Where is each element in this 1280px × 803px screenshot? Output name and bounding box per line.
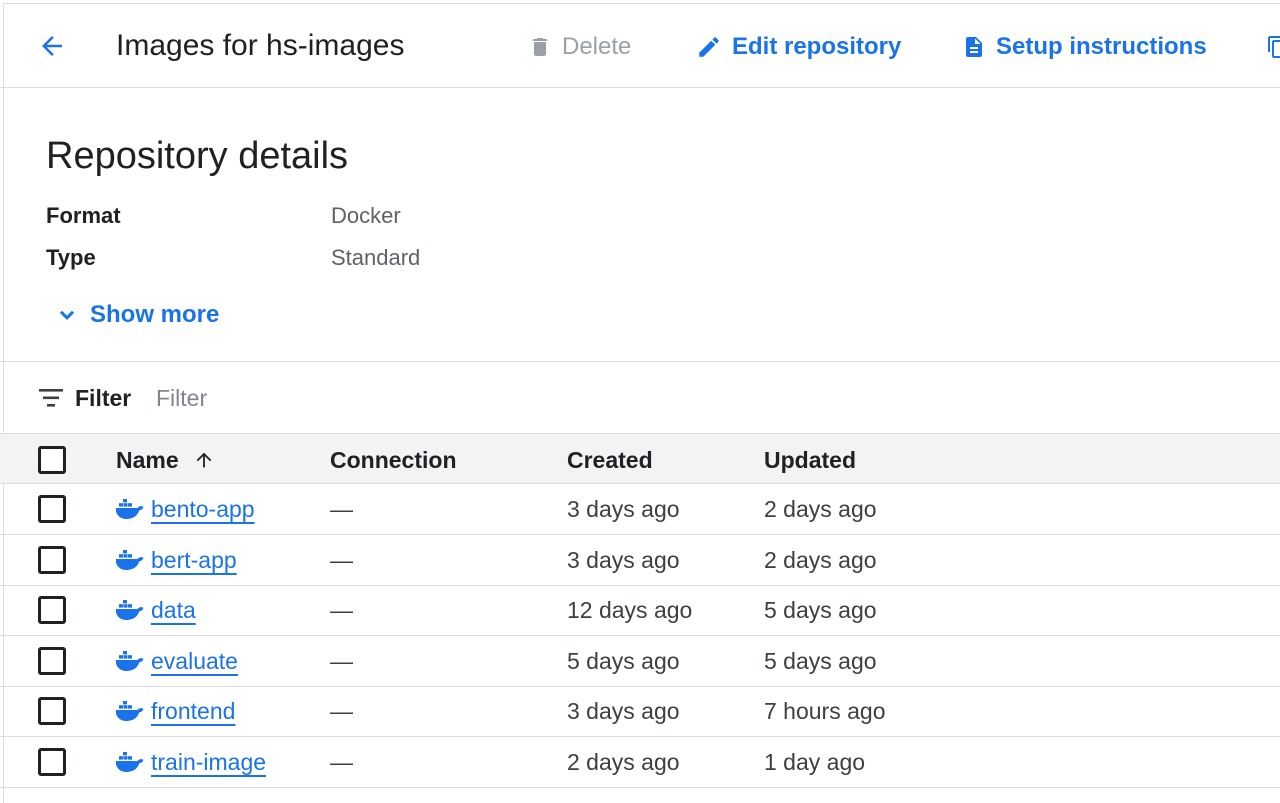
image-name-cell: bento-app [115, 495, 255, 523]
table-row: data — 12 days ago 5 days ago [0, 585, 1280, 636]
row-checkbox[interactable] [38, 697, 66, 725]
row-checkbox[interactable] [38, 546, 66, 574]
image-link[interactable]: data [151, 596, 196, 624]
table-row: train-image — 2 days ago 1 day ago [0, 737, 1280, 788]
row-checkbox[interactable] [38, 596, 66, 624]
filter-bar: Filter [0, 362, 1280, 433]
updated-cell: 2 days ago [764, 547, 877, 573]
connection-cell: — [330, 496, 353, 522]
trash-icon [533, 38, 547, 56]
setup-instructions-label: Setup instructions [996, 33, 1207, 60]
back-button[interactable] [32, 26, 72, 66]
image-link[interactable]: train-image [151, 748, 266, 776]
table-row: bert-app — 3 days ago 2 days ago [0, 535, 1280, 586]
type-label: Type [46, 245, 96, 270]
docker-icon [116, 499, 144, 519]
image-link[interactable]: frontend [151, 697, 235, 725]
updated-cell: 1 day ago [764, 749, 866, 775]
filter-label: Filter [75, 385, 132, 411]
updated-cell: 7 hours ago [764, 698, 886, 724]
pencil-icon [699, 37, 719, 57]
filter-input[interactable] [156, 380, 856, 416]
details-heading: Repository details [46, 135, 349, 177]
type-value: Standard [331, 245, 421, 270]
created-cell: 12 days ago [567, 597, 693, 623]
image-name-cell: train-image [115, 748, 266, 776]
chevron-down-icon [59, 310, 75, 320]
connection-cell: — [330, 749, 353, 775]
delete-label: Delete [562, 33, 632, 60]
connection-cell: — [330, 547, 353, 573]
copy-button[interactable] [1266, 30, 1280, 64]
connection-cell: — [330, 698, 353, 724]
image-name-cell: evaluate [115, 647, 238, 675]
column-header-connection[interactable]: Connection [330, 446, 457, 474]
delete-button[interactable]: Delete [528, 30, 631, 64]
image-link[interactable]: bert-app [151, 546, 237, 574]
row-checkbox[interactable] [38, 748, 66, 776]
updated-cell: 2 days ago [764, 496, 877, 522]
page-title: Images for hs-images [116, 29, 405, 62]
docker-icon [116, 701, 144, 721]
updated-cell: 5 days ago [764, 597, 877, 623]
setup-instructions-button[interactable]: Setup instructions [962, 30, 1207, 64]
edit-repository-button[interactable]: Edit repository [696, 30, 901, 64]
select-all-checkbox[interactable] [38, 446, 66, 474]
format-label: Format [46, 203, 121, 228]
show-more-button[interactable]: Show more [54, 300, 219, 330]
docker-icon [116, 600, 144, 620]
docker-icon [116, 550, 144, 570]
created-cell: 2 days ago [567, 749, 680, 775]
column-name-label: Name [116, 447, 179, 473]
column-header-name[interactable]: Name [116, 446, 215, 474]
table-row: bento-app — 3 days ago 2 days ago [0, 484, 1280, 535]
row-checkbox[interactable] [38, 495, 66, 523]
docker-icon [116, 752, 144, 772]
show-more-label: Show more [90, 301, 220, 328]
column-header-updated[interactable]: Updated [764, 446, 856, 474]
created-cell: 3 days ago [567, 547, 680, 573]
image-link[interactable]: bento-app [151, 495, 255, 523]
arrow-up-icon [196, 452, 211, 468]
format-value: Docker [331, 203, 401, 228]
image-name-cell: frontend [115, 697, 235, 725]
connection-cell: — [330, 648, 353, 674]
row-checkbox[interactable] [38, 647, 66, 675]
table-row: evaluate — 5 days ago 5 days ago [0, 636, 1280, 687]
image-link[interactable]: evaluate [151, 647, 238, 675]
image-name-cell: data [115, 596, 196, 624]
docker-icon [116, 651, 144, 671]
image-name-cell: bert-app [115, 546, 237, 574]
filter-icon [39, 389, 63, 407]
created-cell: 3 days ago [567, 496, 680, 522]
connection-cell: — [330, 597, 353, 623]
created-cell: 5 days ago [567, 648, 680, 674]
updated-cell: 5 days ago [764, 648, 877, 674]
page-header: Images for hs-images Delete Edit reposit… [0, 0, 1280, 88]
table-header: Name Connection Created Updated [0, 433, 1280, 484]
column-header-created[interactable]: Created [567, 446, 653, 474]
copy-icon [1268, 36, 1280, 58]
table-row: frontend — 3 days ago 7 hours ago [0, 686, 1280, 737]
document-icon [966, 37, 982, 57]
edit-repository-label: Edit repository [732, 33, 902, 60]
arrow-back-icon [42, 36, 62, 56]
created-cell: 3 days ago [567, 698, 680, 724]
